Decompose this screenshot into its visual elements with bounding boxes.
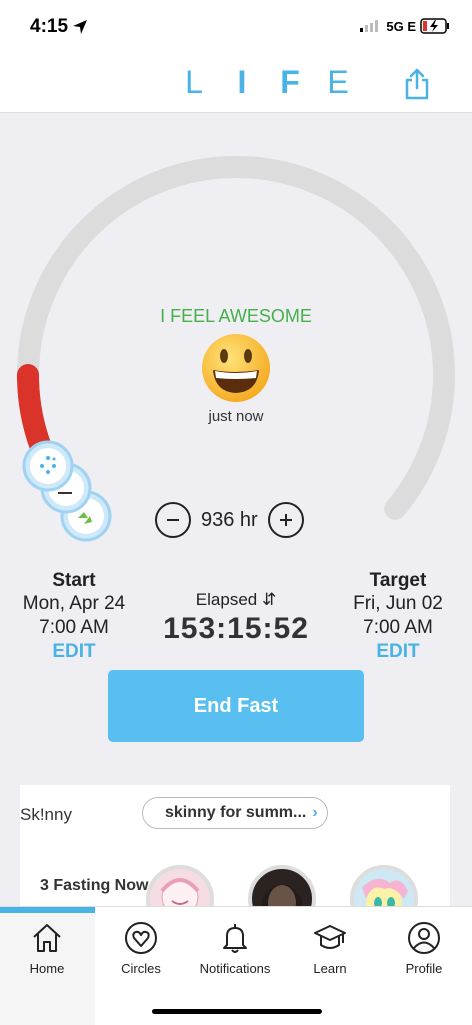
graduation-cap-icon [314,925,346,949]
stage-markers[interactable] [22,440,122,550]
start-time: 7:00 AM [39,617,109,638]
goal-hours-control: 936 hr [155,502,304,538]
location-arrow-icon [73,20,87,34]
person-icon [408,922,440,954]
target-time: 7:00 AM [363,617,433,638]
elapsed-label[interactable]: Elapsed ⇵ [150,590,322,610]
feeling-time: just now [208,408,264,425]
elapsed-info[interactable]: Elapsed ⇵ 153:15:52 [150,590,322,646]
logo-letter: E [327,64,349,100]
goal-hours-value: 936 hr [201,508,258,531]
tab-circles-label: Circles [121,961,161,976]
edit-start-button[interactable]: EDIT [6,641,142,663]
tab-learn-label: Learn [313,961,347,976]
status-bar: 4:15 5G E [0,0,472,56]
tab-home[interactable]: Home [0,921,94,976]
home-indicator [152,1009,322,1014]
circle-selector-label: skinny for summ... [165,804,307,821]
heart-circle-icon [125,922,157,954]
target-date: Fri, Jun 02 [353,593,443,614]
grinning-face-icon[interactable] [199,332,273,404]
clock: 4:15 [30,16,69,37]
circle-name[interactable]: Sk!nny [20,805,72,825]
tab-notifications-label: Notifications [199,961,271,976]
logo-letter: F [280,64,300,100]
signal-icon [360,20,379,32]
minus-icon [167,519,179,521]
app-logo: L I F E [170,64,362,101]
tab-learn[interactable]: Learn [283,921,377,976]
fasting-now-link[interactable]: 3 Fasting Now › [40,877,158,895]
bell-icon [223,924,247,953]
app-header: L I F E [0,56,472,113]
start-label: Start [52,570,96,591]
circle-card: Sk!nny skinny for summ... › 3 Fasting No… [20,785,450,933]
share-icon[interactable] [404,68,430,100]
edit-target-button[interactable]: EDIT [330,641,466,663]
tab-notifications[interactable]: Notifications [188,921,282,976]
target-label: Target [369,570,427,591]
increase-goal-button[interactable] [267,502,304,538]
tab-circles[interactable]: Circles [94,921,188,976]
feeling-title[interactable]: I FEEL AWESOME [0,306,472,327]
plus-icon [279,514,292,526]
tab-home-label: Home [29,961,65,976]
status-indicators: 5G E [360,18,450,34]
home-icon [33,924,61,952]
end-fast-button[interactable]: End Fast [108,670,364,742]
start-date: Mon, Apr 24 [22,593,126,614]
logo-letter: I [237,64,247,100]
start-info: Start Mon, Apr 24 7:00 AM EDIT [6,570,142,663]
target-info: Target Fri, Jun 02 7:00 AM EDIT [330,570,466,663]
network-type: 5G E [386,18,416,34]
circle-selector[interactable]: skinny for summ... › [142,797,328,829]
logo-letter: L [185,64,203,100]
chevron-right-icon: › [312,804,318,821]
battery-icon [420,18,449,34]
tab-profile-label: Profile [405,961,443,976]
decrease-goal-button[interactable] [155,502,191,538]
elapsed-timer: 153:15:52 [163,612,309,645]
fasting-now-label: 3 Fasting Now [40,877,149,894]
tab-profile[interactable]: Profile [377,921,471,976]
tab-bar: Home Circles Notifications Learn Profile [0,906,472,1025]
